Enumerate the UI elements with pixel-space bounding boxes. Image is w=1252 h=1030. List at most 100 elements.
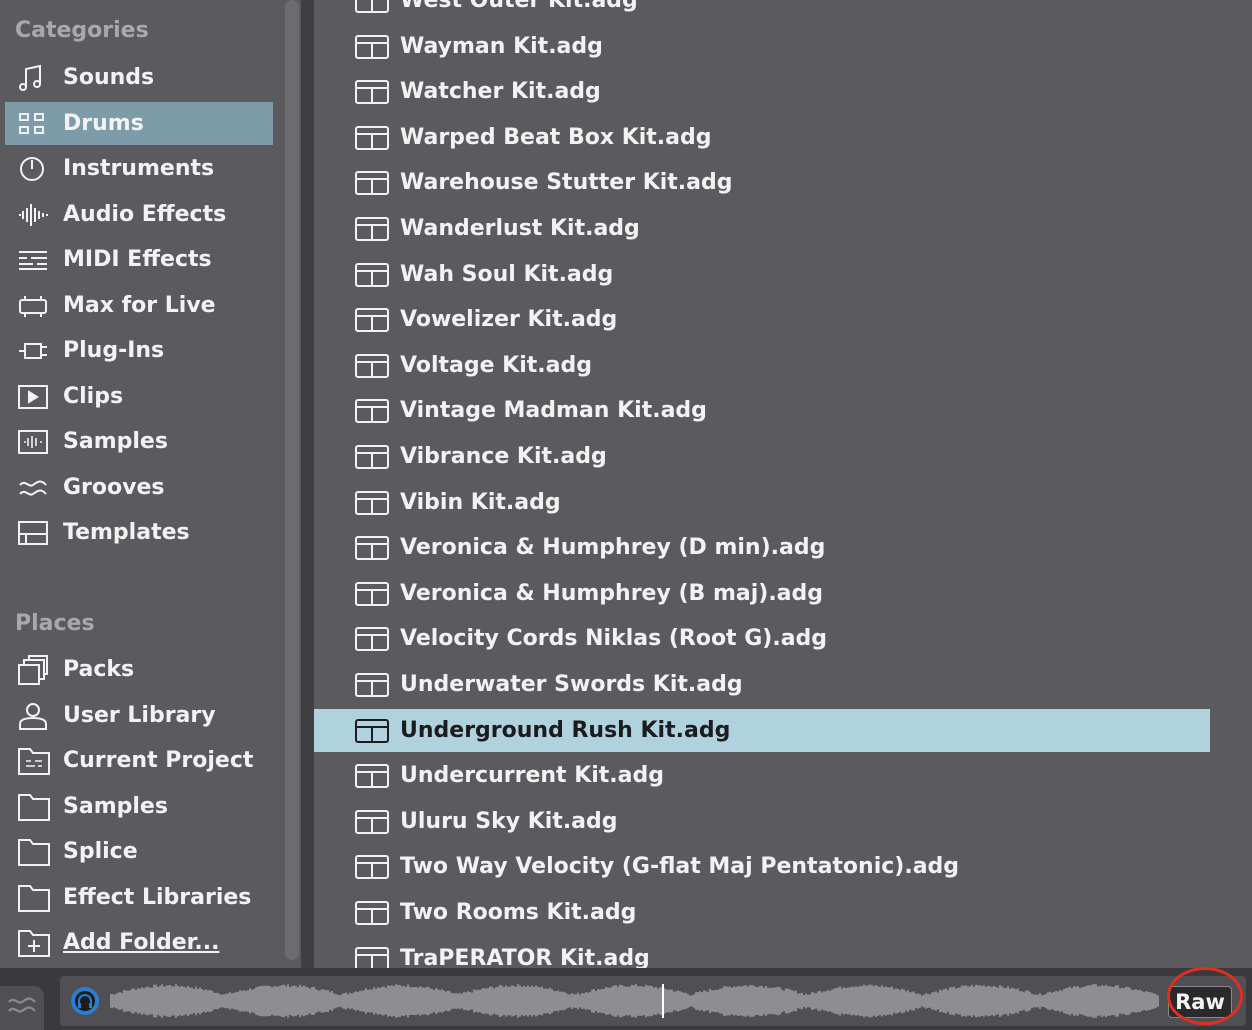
preview-strip[interactable]: Raw <box>60 976 1246 1026</box>
drum-rack-icon <box>354 852 390 882</box>
place-label: Add Folder... <box>63 930 220 955</box>
file-row[interactable]: Vowelizer Kit.adg <box>314 298 1210 341</box>
file-name: Warped Beat Box Kit.adg <box>400 125 712 150</box>
category-drums[interactable]: Drums <box>5 102 273 145</box>
category-label: Instruments <box>63 156 215 181</box>
drum-rack-icon <box>354 944 390 968</box>
file-row[interactable]: Veronica & Humphrey (D min).adg <box>314 526 1210 569</box>
file-name: Vibrance Kit.adg <box>400 444 607 469</box>
play-box-icon <box>17 380 51 414</box>
file-row[interactable]: Warehouse Stutter Kit.adg <box>314 161 1210 204</box>
browser-sidebar: Categories Sounds Drums Instruments Audi… <box>0 0 283 968</box>
file-row[interactable]: Voltage Kit.adg <box>314 344 1210 387</box>
raw-highlight-circle <box>1167 967 1243 1025</box>
file-row[interactable]: Undercurrent Kit.adg <box>314 754 1210 797</box>
sample-box-icon <box>17 425 51 459</box>
file-list: West Outer Kit.adg Wayman Kit.adg Watcher … <box>314 0 1234 968</box>
sidebar-scrollbar[interactable] <box>283 0 301 968</box>
user-icon <box>17 699 51 733</box>
drum-rack-icon <box>354 77 390 107</box>
file-row[interactable]: Underwater Swords Kit.adg <box>314 663 1210 706</box>
file-name: Watcher Kit.adg <box>400 79 601 104</box>
file-row[interactable]: Warped Beat Box Kit.adg <box>314 116 1210 159</box>
place-current-project[interactable]: Current Project <box>5 739 273 782</box>
file-row[interactable]: Uluru Sky Kit.adg <box>314 800 1210 843</box>
place-samples[interactable]: Samples <box>5 785 273 828</box>
headphones-icon[interactable] <box>70 986 100 1016</box>
drum-rack-icon <box>354 396 390 426</box>
category-sounds[interactable]: Sounds <box>5 56 273 99</box>
category-label: Clips <box>63 384 124 409</box>
file-row[interactable]: Vintage Madman Kit.adg <box>314 389 1210 432</box>
file-name: Underwater Swords Kit.adg <box>400 672 743 697</box>
category-samples[interactable]: Samples <box>5 420 273 463</box>
place-packs[interactable]: Packs <box>5 648 273 691</box>
place-user-library[interactable]: User Library <box>5 694 273 737</box>
note-icon <box>17 61 51 95</box>
file-name: Veronica & Humphrey (D min).adg <box>400 535 826 560</box>
file-row[interactable]: TraPERATOR Kit.adg <box>314 937 1210 968</box>
category-label: Samples <box>63 429 168 454</box>
place-splice[interactable]: Splice <box>5 830 273 873</box>
file-row[interactable]: West Outer Kit.adg <box>314 0 1210 22</box>
file-list-scroll-gutter <box>1234 0 1252 968</box>
category-label: Drums <box>63 111 144 136</box>
file-row[interactable]: Watcher Kit.adg <box>314 70 1210 113</box>
categories-title: Categories <box>15 18 149 43</box>
plug-icon <box>17 334 51 368</box>
drum-rack-icon <box>354 807 390 837</box>
file-row[interactable]: Vibin Kit.adg <box>314 481 1210 524</box>
file-name: West Outer Kit.adg <box>400 0 638 13</box>
category-midi-effects[interactable]: MIDI Effects <box>5 238 273 281</box>
waveform-icon <box>17 198 51 232</box>
file-name: Vowelizer Kit.adg <box>400 307 618 332</box>
place-effect-libraries[interactable]: Effect Libraries <box>5 876 273 919</box>
folder-icon <box>17 835 51 869</box>
drum-rack-icon <box>354 716 390 746</box>
drum-rack-icon <box>354 0 390 16</box>
category-clips[interactable]: Clips <box>5 375 273 418</box>
category-grooves[interactable]: Grooves <box>5 466 273 509</box>
file-row[interactable]: Two Way Velocity (G-flat Maj Pentatonic)… <box>314 845 1210 888</box>
file-name: Vibin Kit.adg <box>400 490 561 515</box>
drum-rack-icon <box>354 670 390 700</box>
file-row[interactable]: Veronica & Humphrey (B maj).adg <box>314 572 1210 615</box>
category-instruments[interactable]: Instruments <box>5 147 273 190</box>
folder-icon <box>17 790 51 824</box>
waveform-display[interactable] <box>110 984 1160 1018</box>
category-label: Grooves <box>63 475 165 500</box>
max-device-icon <box>17 289 51 323</box>
folder-icon <box>17 881 51 915</box>
category-label: Plug-Ins <box>63 338 165 363</box>
panel-divider[interactable] <box>301 0 314 968</box>
file-name: Vintage Madman Kit.adg <box>400 398 707 423</box>
toggle-button[interactable] <box>0 986 44 1030</box>
file-row[interactable]: Wayman Kit.adg <box>314 25 1210 68</box>
drum-rack-icon <box>354 579 390 609</box>
file-name: Warehouse Stutter Kit.adg <box>400 170 733 195</box>
category-max-for-live[interactable]: Max for Live <box>5 284 273 327</box>
file-name: Velocity Cords Niklas (Root G).adg <box>400 626 828 651</box>
project-folder-icon <box>17 744 51 778</box>
add-folder-button[interactable]: Add Folder... <box>5 921 273 964</box>
places-title: Places <box>15 611 95 636</box>
file-name: Voltage Kit.adg <box>400 353 592 378</box>
file-row[interactable]: Underground Rush Kit.adg <box>314 709 1210 752</box>
file-row[interactable]: Wah Soul Kit.adg <box>314 253 1210 296</box>
place-label: User Library <box>63 703 216 728</box>
add-folder-icon <box>17 926 51 960</box>
drum-rack-icon <box>354 488 390 518</box>
power-icon <box>17 152 51 186</box>
drum-rack-icon <box>354 168 390 198</box>
file-row[interactable]: Wanderlust Kit.adg <box>314 207 1210 250</box>
category-plug-ins[interactable]: Plug-Ins <box>5 329 273 372</box>
file-row[interactable]: Two Rooms Kit.adg <box>314 891 1210 934</box>
sidebar-scrollbar-thumb[interactable] <box>285 0 299 960</box>
file-row[interactable]: Velocity Cords Niklas (Root G).adg <box>314 617 1210 660</box>
category-audio-effects[interactable]: Audio Effects <box>5 193 273 236</box>
category-templates[interactable]: Templates <box>5 511 273 554</box>
file-row[interactable]: Vibrance Kit.adg <box>314 435 1210 478</box>
file-name: Uluru Sky Kit.adg <box>400 809 618 834</box>
preview-bar: Raw <box>0 968 1252 1030</box>
file-name: Veronica & Humphrey (B maj).adg <box>400 581 824 606</box>
